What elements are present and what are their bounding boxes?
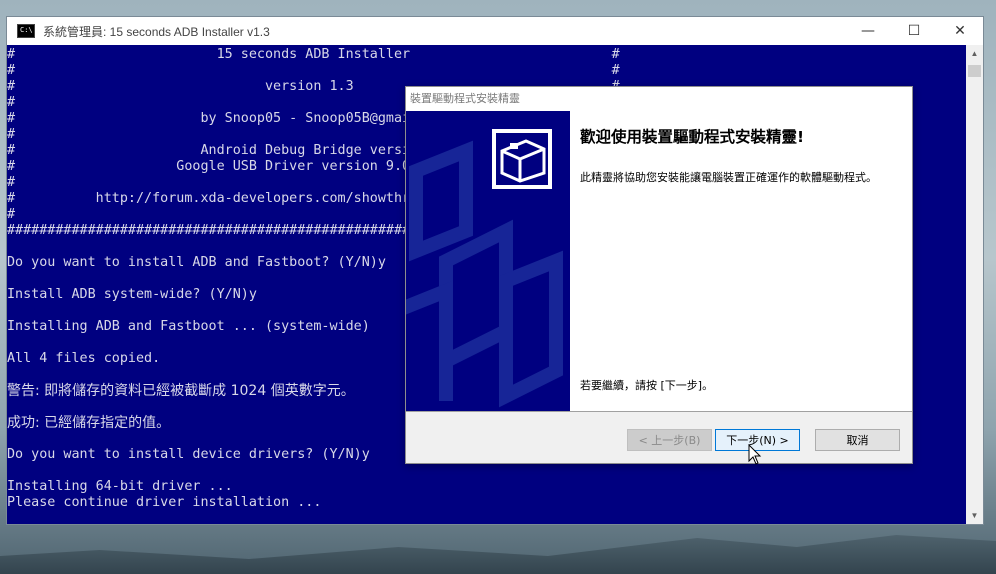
console-line: # # <box>7 63 620 78</box>
minimize-button[interactable]: — <box>845 17 891 45</box>
scroll-thumb[interactable] <box>968 65 981 77</box>
console-title: 系統管理員: 15 seconds ADB Installer v1.3 <box>43 24 270 39</box>
console-line: Installing ADB and Fastboot ... (system-… <box>7 319 370 334</box>
wizard-heading: 歡迎使用裝置驅動程式安裝精靈! <box>580 128 805 146</box>
wizard-continue-text: 若要繼續，請按 [下一步]。 <box>580 379 714 392</box>
back-button[interactable]: < 上一步(B) <box>627 429 712 451</box>
wizard-description: 此精靈將協助您安裝能讓電腦裝置正確運作的軟體驅動程式。 <box>580 171 877 184</box>
console-line: All 4 files copied. <box>7 351 161 366</box>
console-app-icon: C:\ <box>17 24 35 38</box>
console-line: Installing 64-bit driver ... <box>7 479 233 494</box>
wizard-separator <box>406 411 912 412</box>
maximize-button[interactable]: ☐ <box>891 17 937 45</box>
console-line: Install ADB system-wide? (Y/N)y <box>7 287 257 302</box>
console-line: Do you want to install ADB and Fastboot?… <box>7 255 386 270</box>
console-line: # 15 seconds ADB Installer # <box>7 47 620 62</box>
cancel-button[interactable]: 取消 <box>815 429 900 451</box>
wizard-title: 裝置驅動程式安裝精靈 <box>406 87 912 111</box>
wizard-side-banner <box>406 111 570 411</box>
console-line: Please continue driver installation ... <box>7 495 322 510</box>
window-controls: — ☐ ✕ <box>845 17 983 45</box>
console-line: 警告: 即將儲存的資料已經被截斷成 1024 個英數字元。 <box>7 383 355 399</box>
mouse-cursor-icon <box>748 444 762 465</box>
wizard-content: 歡迎使用裝置驅動程式安裝精靈! 此精靈將協助您安裝能讓電腦裝置正確運作的軟體驅動… <box>570 111 912 411</box>
console-scrollbar[interactable]: ▲ ▼ <box>966 45 983 524</box>
console-app-icon-text: C:\ <box>20 26 33 34</box>
console-titlebar: C:\ 系統管理員: 15 seconds ADB Installer v1.3… <box>7 17 983 45</box>
wizard-banner-graphic <box>406 129 563 408</box>
scroll-down-arrow-icon[interactable]: ▼ <box>966 507 983 524</box>
console-line: Do you want to install device drivers? (… <box>7 447 370 462</box>
scroll-up-arrow-icon[interactable]: ▲ <box>966 45 983 62</box>
console-line: 成功: 已經儲存指定的值。 <box>7 415 171 431</box>
driver-install-wizard: 裝置驅動程式安裝精靈 歡迎使用裝置驅動程式安裝精靈! 此精靈將協助您安裝能讓電腦… <box>405 86 913 464</box>
close-button[interactable]: ✕ <box>937 17 983 45</box>
